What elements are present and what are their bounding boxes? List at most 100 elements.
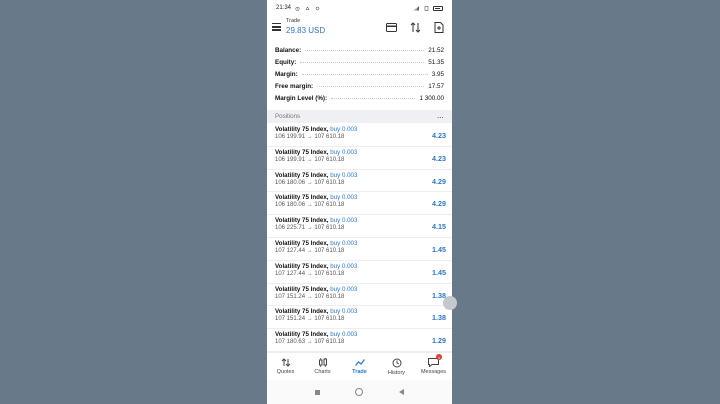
balance-label: Balance: (275, 46, 304, 54)
position-prices: 106 180.06 → 107 610.18 (275, 179, 345, 186)
system-navigation-bar (267, 380, 452, 404)
position-row[interactable]: Volatility 75 Index, buy 0.003 106 199.9… (267, 147, 452, 170)
quotes-icon (281, 358, 290, 367)
sort-icon[interactable] (409, 21, 421, 33)
position-profit: 1.45 (432, 267, 446, 277)
nav-charts-label: Charts (314, 369, 331, 375)
position-profit: 4.23 (432, 131, 446, 140)
bottom-navigation: Quotes Charts Trade History Messages 1 (267, 352, 452, 380)
menu-icon[interactable] (272, 23, 281, 31)
position-prices: 107 151.24 → 107 610.18 (275, 316, 345, 323)
balance-value: 21.52 (426, 46, 444, 54)
nav-quotes-label: Quotes (276, 369, 295, 375)
margin-level-value: 1 300.00 (417, 94, 444, 102)
position-symbol: Volatility 75 Index, (275, 262, 329, 270)
position-profit: 4.15 (432, 222, 446, 232)
balance-row: Balance: 21.52 (267, 44, 452, 56)
equity-row: Equity: 51.35 (267, 56, 452, 68)
nav-trade-label: Trade (352, 369, 367, 375)
free-margin-value: 17.57 (426, 82, 444, 90)
position-side: buy 0.003 (330, 262, 358, 270)
position-symbol: Volatility 75 Index, (275, 308, 329, 316)
nav-history[interactable]: History (378, 353, 415, 380)
status-time: 21:34 (276, 5, 292, 11)
margin-label: Margin: (275, 70, 300, 78)
nav-messages[interactable]: Messages 1 (415, 353, 452, 380)
position-prices: 107 127.44 → 107 610.18 (275, 247, 345, 254)
position-side: buy 0.003 (330, 331, 358, 339)
battery-icon (433, 5, 443, 11)
nav-charts[interactable]: Charts (304, 353, 341, 380)
position-row[interactable]: Volatility 75 Index, buy 0.003 106 225.7… (267, 215, 452, 238)
position-side: buy 0.003 (330, 194, 358, 202)
scroll-handle[interactable] (443, 296, 457, 310)
position-row[interactable]: Volatility 75 Index, buy 0.003 107 127.4… (267, 261, 452, 284)
position-symbol: Volatility 75 Index, (275, 217, 329, 225)
nav-quotes[interactable]: Quotes (267, 353, 304, 380)
signal-icon (414, 6, 419, 10)
position-side: buy 0.003 (330, 126, 358, 133)
free-margin-row: Free margin: 17.57 (267, 80, 452, 92)
position-symbol: Volatility 75 Index, (275, 194, 329, 202)
margin-level-row: Margin Level (%): 1 300.00 (267, 92, 452, 104)
margin-row: Margin: 3.95 (267, 68, 452, 80)
positions-list: Volatility 75 Index, buy 0.003 106 199.9… (267, 124, 452, 352)
sim-icon (424, 5, 429, 11)
charts-icon (318, 358, 327, 367)
phone-screen: 21:34 Trade 29.83 USD Balance: 21.52 Equ… (267, 0, 452, 404)
position-prices: 106 199.91 → 107 610.18 (275, 134, 345, 140)
position-profit: 1.29 (432, 336, 446, 346)
nav-trade[interactable]: Trade (341, 353, 378, 380)
alarm-icon (295, 6, 300, 11)
position-profit: 4.29 (432, 176, 446, 186)
position-symbol: Volatility 75 Index, (275, 285, 329, 293)
home-button[interactable] (355, 388, 364, 396)
position-row[interactable]: Volatility 75 Index, buy 0.003 106 199.9… (267, 124, 452, 147)
equity-value: 51.35 (426, 58, 444, 66)
position-row[interactable]: Volatility 75 Index, buy 0.003 107 180.6… (267, 329, 452, 352)
position-row[interactable]: Volatility 75 Index, buy 0.003 106 180.0… (267, 192, 452, 216)
position-symbol: Volatility 75 Index, (275, 171, 329, 179)
position-profit: 1.38 (432, 313, 446, 323)
position-profit: 4.23 (432, 153, 446, 163)
app-header: Trade 29.83 USD (267, 16, 452, 40)
sync-icon (315, 6, 320, 10)
position-side: buy 0.003 (330, 171, 358, 179)
position-row[interactable]: Volatility 75 Index, buy 0.003 107 151.2… (267, 306, 452, 330)
position-symbol: Volatility 75 Index, (275, 148, 329, 156)
position-prices: 107 151.24 → 107 610.18 (275, 293, 345, 300)
position-side: buy 0.003 (330, 308, 358, 316)
margin-level-label: Margin Level (%): (275, 94, 330, 102)
position-prices: 106 225.71 → 107 610.18 (275, 225, 345, 232)
back-button[interactable] (399, 389, 405, 395)
position-side: buy 0.003 (330, 148, 358, 156)
free-margin-label: Free margin: (275, 82, 316, 90)
position-symbol: Volatility 75 Index, (275, 126, 329, 133)
position-prices: 107 127.44 → 107 610.18 (275, 270, 345, 277)
notification-icon (305, 6, 310, 10)
position-side: buy 0.003 (330, 217, 358, 225)
recents-button[interactable] (314, 389, 320, 395)
position-prices: 106 199.91 → 107 610.18 (275, 156, 345, 163)
trade-icon (354, 359, 365, 366)
page-title: Trade (286, 18, 301, 24)
status-bar: 21:34 (267, 0, 452, 16)
position-row[interactable]: Volatility 75 Index, buy 0.003 107 151.2… (267, 284, 452, 307)
position-row[interactable]: Volatility 75 Index, buy 0.003 106 180.0… (267, 170, 452, 193)
position-profit: 4.29 (432, 199, 446, 209)
position-symbol: Volatility 75 Index, (275, 331, 329, 339)
position-row[interactable]: Volatility 75 Index, buy 0.003 107 127.4… (267, 238, 452, 261)
more-options-icon[interactable]: ... (437, 113, 444, 120)
card-icon[interactable] (385, 21, 397, 33)
position-symbol: Volatility 75 Index, (275, 239, 329, 247)
equity-label: Equity: (275, 58, 299, 66)
nav-messages-label: Messages (420, 369, 447, 375)
nav-history-label: History (387, 369, 406, 376)
messages-badge: 1 (436, 354, 442, 360)
header-balance: 29.83 USD (286, 26, 326, 35)
new-order-icon[interactable] (433, 21, 445, 33)
account-summary: Balance: 21.52 Equity: 51.35 Margin: 3.95 F… (267, 44, 452, 104)
history-icon (392, 358, 401, 367)
position-prices: 106 180.06 → 107 610.18 (275, 202, 345, 209)
margin-value: 3.95 (429, 70, 444, 78)
